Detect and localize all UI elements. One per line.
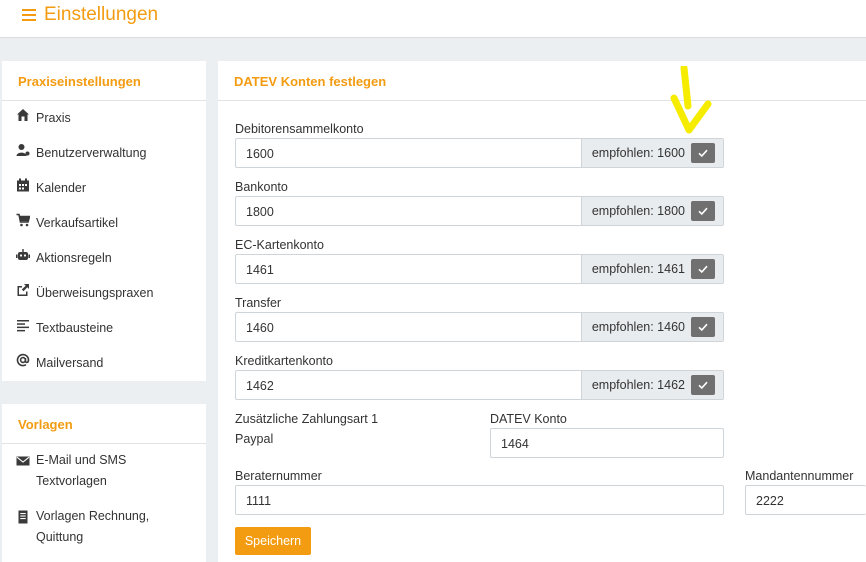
document-icon bbox=[16, 510, 30, 524]
check-icon bbox=[698, 381, 708, 390]
consultant-number-input[interactable]: 1111 bbox=[235, 485, 724, 515]
sidebar-item-label: Überweisungspraxen bbox=[36, 286, 154, 300]
credit-card-account-input[interactable]: 1462 bbox=[236, 371, 581, 399]
apply-recommended-button[interactable] bbox=[691, 317, 715, 337]
check-icon bbox=[698, 149, 708, 158]
recommended-addon: empfohlen: 1462 bbox=[580, 371, 723, 399]
sidebar-item-label: Textbausteine bbox=[36, 321, 114, 335]
sidebar-item-label: Benutzerverwaltung bbox=[36, 146, 147, 160]
extra-payment-value: Paypal bbox=[235, 432, 274, 446]
client-number-input[interactable]: 2222 bbox=[745, 485, 866, 515]
ec-card-account-input[interactable]: 1461 bbox=[236, 255, 581, 283]
check-icon bbox=[698, 265, 708, 274]
transfer-account-label: Transfer bbox=[235, 296, 282, 310]
sidebar-item-label: E-Mail und SMS Textvorlagen bbox=[36, 450, 126, 492]
recommended-label: empfohlen: 1460 bbox=[591, 320, 685, 334]
recommended-addon: empfohlen: 1460 bbox=[580, 313, 723, 341]
bank-account-label: Bankonto bbox=[235, 180, 288, 194]
sidebar-item-invoice-templates[interactable]: Vorlagen Rechnung, Quittung bbox=[16, 506, 149, 548]
panel-heading: DATEV Konten festlegen bbox=[218, 61, 866, 101]
debtor-account-input[interactable]: 1600 bbox=[236, 139, 581, 167]
sidebar-item-label: Praxis bbox=[36, 111, 71, 125]
sidebar-item-ueberweisungspraxen[interactable]: Überweisungspraxen bbox=[16, 283, 153, 304]
apply-recommended-button[interactable] bbox=[691, 259, 715, 279]
apply-recommended-button[interactable] bbox=[691, 201, 715, 221]
align-left-icon bbox=[16, 318, 30, 332]
transfer-account-input[interactable]: 1460 bbox=[236, 313, 581, 341]
sidebar-item-label-line2: Quittung bbox=[36, 530, 84, 544]
robot-icon bbox=[16, 248, 30, 262]
ec-card-account-field: 1461 empfohlen: 1461 bbox=[235, 254, 724, 284]
transfer-account-field: 1460 empfohlen: 1460 bbox=[235, 312, 724, 342]
datev-account-input[interactable]: 1464 bbox=[490, 428, 724, 458]
sidebar-item-email-sms-templates[interactable]: E-Mail und SMS Textvorlagen bbox=[16, 450, 126, 492]
recommended-addon: empfohlen: 1461 bbox=[580, 255, 723, 283]
datev-accounts-panel: DATEV Konten festlegen Debitorensammelko… bbox=[218, 61, 866, 562]
sidebar-item-label: Vorlagen Rechnung, Quittung bbox=[36, 506, 149, 548]
sidebar-heading: Praxiseinstellungen bbox=[2, 61, 206, 101]
sidebar-item-verkaufsartikel[interactable]: Verkaufsartikel bbox=[16, 213, 118, 234]
sidebar-item-mailversand[interactable]: Mailversand bbox=[16, 353, 103, 374]
recommended-label: empfohlen: 1462 bbox=[591, 378, 685, 392]
sidebar-item-label: Kalender bbox=[36, 181, 87, 195]
save-button[interactable]: Speichern bbox=[235, 527, 311, 555]
credit-card-account-label: Kreditkartenkonto bbox=[235, 354, 333, 368]
sidebar-item-label: Aktionsregeln bbox=[36, 251, 112, 265]
recommended-label: empfohlen: 1461 bbox=[591, 262, 685, 276]
ec-card-account-label: EC-Kartenkonto bbox=[235, 238, 324, 252]
recommended-label: empfohlen: 1800 bbox=[591, 204, 685, 218]
apply-recommended-button[interactable] bbox=[691, 143, 715, 163]
recommended-addon: empfohlen: 1800 bbox=[580, 197, 723, 225]
sidebar-item-label-line2: Textvorlagen bbox=[36, 474, 107, 488]
at-icon bbox=[16, 353, 30, 367]
check-icon bbox=[698, 207, 708, 216]
sidebar-item-aktionsregeln[interactable]: Aktionsregeln bbox=[16, 248, 112, 269]
sidebar-item-label: Verkaufsartikel bbox=[36, 216, 118, 230]
top-bar: Einstellungen bbox=[0, 0, 866, 38]
sidebar-item-label: Mailversand bbox=[36, 356, 104, 370]
recommended-addon: empfohlen: 1600 bbox=[580, 139, 723, 167]
sidebar-templates-panel: Vorlagen E-Mail und SMS Textvorlagen Vor… bbox=[2, 404, 206, 562]
sidebar-item-benutzerverwaltung[interactable]: Benutzerverwaltung bbox=[16, 143, 146, 164]
bank-account-input[interactable]: 1800 bbox=[236, 197, 581, 225]
extra-payment-label: Zusätzliche Zahlungsart 1 bbox=[235, 412, 379, 426]
page-title: Einstellungen bbox=[44, 4, 159, 25]
sidebar-item-label-line1: Vorlagen Rechnung, bbox=[36, 509, 150, 523]
cart-icon bbox=[16, 213, 31, 227]
check-icon bbox=[698, 323, 708, 332]
annotation-arrow-icon bbox=[670, 66, 712, 134]
credit-card-account-field: 1462 empfohlen: 1462 bbox=[235, 370, 724, 400]
share-icon bbox=[16, 283, 30, 297]
user-cog-icon bbox=[16, 143, 30, 157]
menu-icon[interactable] bbox=[22, 9, 36, 24]
sidebar-item-textbausteine[interactable]: Textbausteine bbox=[16, 318, 113, 339]
debtor-account-field: 1600 empfohlen: 1600 bbox=[235, 138, 724, 168]
bank-account-field: 1800 empfohlen: 1800 bbox=[235, 196, 724, 226]
debtor-account-label: Debitorensammelkonto bbox=[235, 122, 364, 136]
sidebar-item-praxis[interactable]: Praxis bbox=[16, 108, 71, 129]
templates-heading: Vorlagen bbox=[2, 404, 206, 444]
consultant-number-label: Beraternummer bbox=[235, 469, 322, 483]
sidebar-settings-panel: Praxiseinstellungen Praxis Benutzerverwa… bbox=[2, 61, 206, 381]
home-icon bbox=[16, 108, 30, 122]
envelope-icon bbox=[16, 454, 30, 468]
datev-account-label: DATEV Konto bbox=[490, 412, 567, 426]
recommended-label: empfohlen: 1600 bbox=[591, 146, 685, 160]
calendar-icon bbox=[16, 178, 30, 192]
client-number-label: Mandantennummer bbox=[745, 469, 854, 483]
sidebar-item-kalender[interactable]: Kalender bbox=[16, 178, 86, 199]
apply-recommended-button[interactable] bbox=[691, 375, 715, 395]
sidebar-item-label-line1: E-Mail und SMS bbox=[36, 453, 127, 467]
